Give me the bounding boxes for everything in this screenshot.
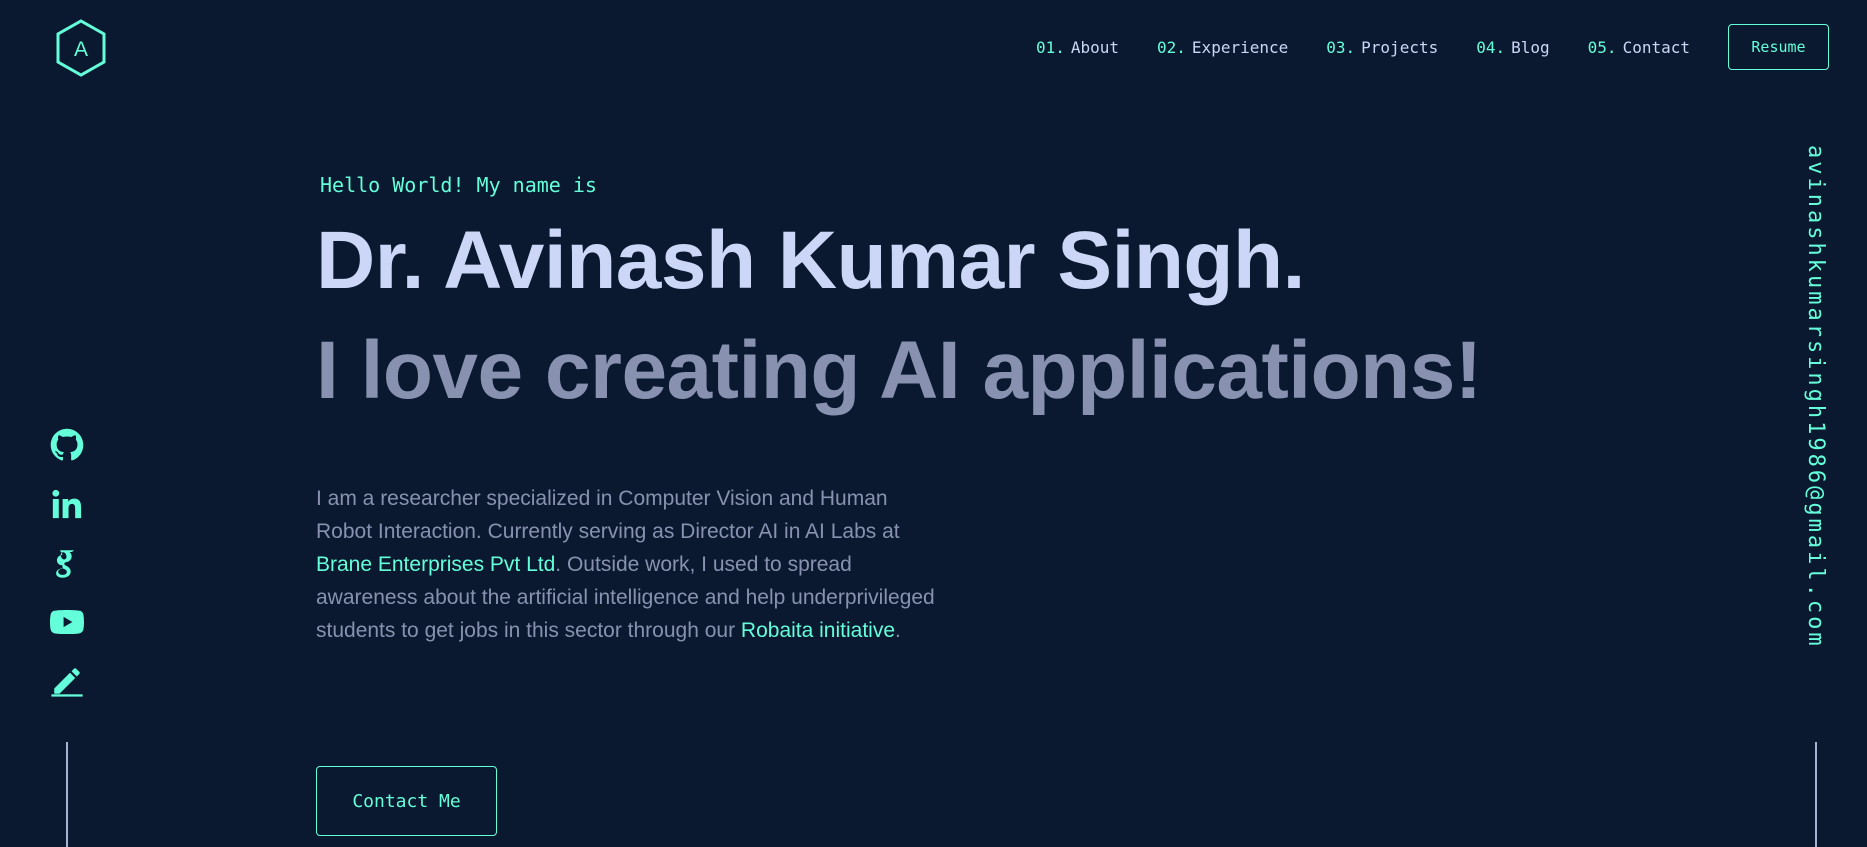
nav-label: Contact	[1622, 37, 1690, 57]
nav-number: 01.	[1035, 37, 1065, 57]
hero-name: Dr. Avinash Kumar Singh.	[316, 215, 1305, 306]
brane-enterprises-link[interactable]: Brane Enterprises Pvt Ltd	[316, 553, 555, 576]
nav-label: About	[1070, 37, 1120, 57]
nav-label: Experience	[1191, 37, 1289, 57]
nav-item-blog[interactable]: 04. Blog	[1476, 38, 1549, 57]
nav-number: 04.	[1476, 37, 1506, 57]
hero-greeting: Hello World! My name is	[320, 173, 597, 197]
right-rail-line	[1815, 742, 1817, 847]
nav-number: 02.	[1157, 37, 1186, 57]
email-link[interactable]: avinashkumarsingh1986@gmail.com	[1803, 145, 1828, 649]
pencil-icon[interactable]	[50, 664, 84, 698]
hero-tagline: I love creating AI applications!	[316, 325, 1482, 416]
nav-item-experience[interactable]: 02. Experience	[1157, 38, 1288, 57]
hexagon-logo-icon: A	[56, 19, 106, 77]
left-rail-line	[66, 742, 68, 847]
robaita-initiative-link[interactable]: Robaita initiative	[741, 619, 895, 642]
hero-bio: I am a researcher specialized in Compute…	[316, 482, 936, 647]
linkedin-icon[interactable]	[50, 487, 84, 521]
social-links	[50, 428, 84, 723]
nav-item-projects[interactable]: 03. Projects	[1326, 38, 1438, 57]
nav-label: Projects	[1361, 37, 1439, 57]
github-icon[interactable]	[50, 428, 84, 462]
resume-button[interactable]: Resume	[1728, 24, 1829, 70]
bio-text: .	[895, 619, 901, 642]
main-nav: 01. About 02. Experience 03. Projects 04. Bl…	[1036, 22, 1829, 72]
logo-letter: A	[74, 38, 88, 61]
nav-label: Blog	[1511, 37, 1550, 57]
google-scholar-icon[interactable]	[50, 546, 84, 580]
nav-item-about[interactable]: 01. About	[1036, 38, 1119, 57]
nav-item-contact[interactable]: 05. Contact	[1588, 38, 1690, 57]
bio-text: I am a researcher specialized in Compute…	[316, 487, 900, 543]
contact-me-button[interactable]: Contact Me	[316, 766, 497, 836]
youtube-icon[interactable]	[50, 605, 84, 639]
logo[interactable]: A	[55, 19, 107, 77]
nav-number: 03.	[1326, 37, 1356, 57]
nav-number: 05.	[1587, 37, 1617, 57]
